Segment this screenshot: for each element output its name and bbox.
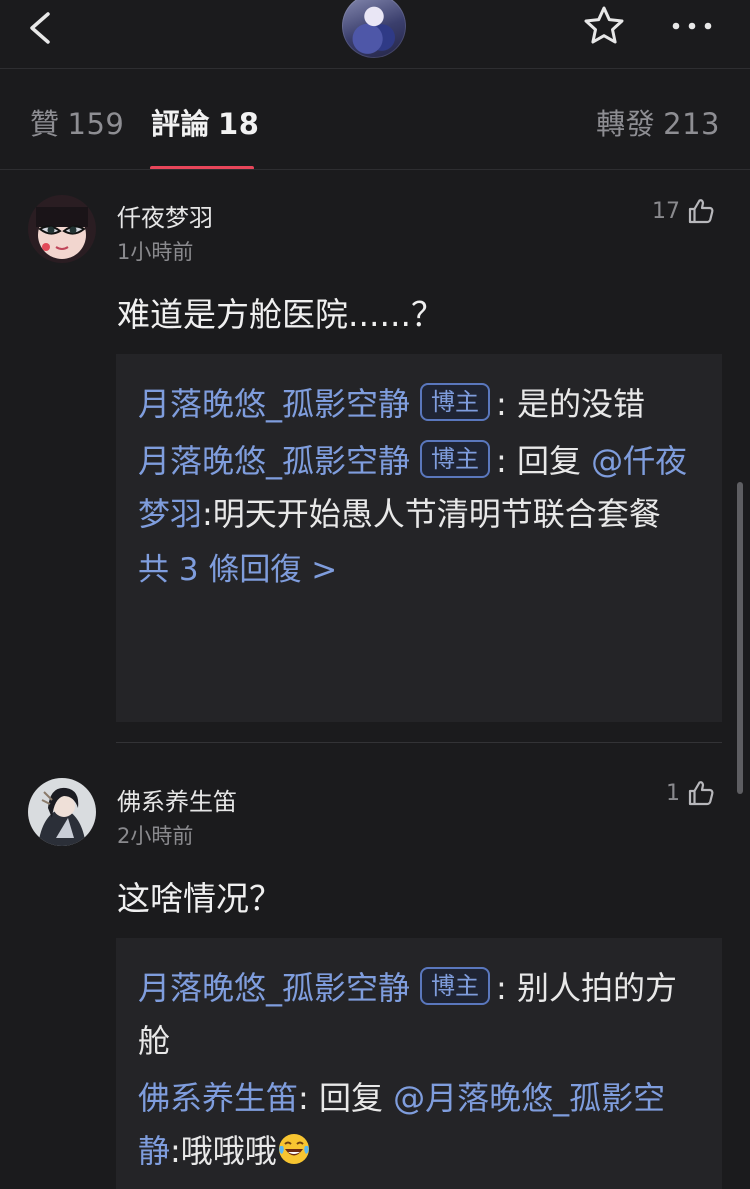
comment-time: 1小時前 xyxy=(117,240,194,264)
comments-screen: 贊 159 評論 18 轉發 213 仟夜梦羽 1小時前 17 难道是方舱医院.… xyxy=(0,0,750,1189)
reply-thread[interactable]: 月落晚悠_孤影空静 博主: 别人拍的方舱 佛系养生笛: 回复 @月落晚悠_孤影空静… xyxy=(116,938,722,1189)
comment-text: 这啥情况？ xyxy=(117,879,282,918)
star-icon[interactable] xyxy=(582,4,626,48)
reply-prefix: 回复 xyxy=(318,1079,394,1117)
top-bar xyxy=(0,0,750,70)
back-arrow-icon[interactable] xyxy=(18,6,66,50)
tab-comments-count: 18 xyxy=(218,107,260,141)
reply-text: :哦哦哦 xyxy=(170,1132,277,1170)
tab-comments-label: 評論 xyxy=(151,107,211,141)
reply-item: 佛系养生笛: 回复 @月落晚悠_孤影空静:哦哦哦 xyxy=(138,1072,700,1178)
comment-author[interactable]: 佛系养生笛 xyxy=(117,782,237,817)
tab-comments[interactable]: 評論 18 xyxy=(151,101,259,143)
author-badge: 博主 xyxy=(420,440,491,478)
reply-author[interactable]: 佛系养生笛 xyxy=(138,1079,298,1117)
reply-item: 月落晚悠_孤影空静 博主: 别人拍的方舱 xyxy=(138,962,700,1068)
reply-text: :明天开始愚人节清明节联合套餐 xyxy=(202,495,661,533)
reply-author[interactable]: 月落晚悠_孤影空静 xyxy=(138,385,410,423)
avatar[interactable] xyxy=(28,195,96,263)
reply-separator: : xyxy=(496,385,517,423)
like-count: 1 xyxy=(666,780,680,806)
reply-thread[interactable]: 月落晚悠_孤影空静 博主: 是的没错 月落晚悠_孤影空静 博主: 回复 @仟夜梦羽:… xyxy=(116,354,722,722)
scrollbar[interactable] xyxy=(737,482,743,794)
laughing-tears-emoji xyxy=(278,1134,309,1164)
reply-author[interactable]: 月落晚悠_孤影空静 xyxy=(138,969,410,1007)
more-dots-icon[interactable] xyxy=(670,14,714,38)
tab-reposts[interactable]: 轉發 213 xyxy=(596,101,720,143)
reply-separator: : xyxy=(496,442,517,480)
tab-reposts-count: 213 xyxy=(663,107,720,141)
comment-author[interactable]: 仟夜梦羽 xyxy=(117,198,213,233)
reply-prefix: 回复 xyxy=(516,442,592,480)
reply-item: 月落晚悠_孤影空静 博主: 是的没错 xyxy=(138,378,700,431)
thumbs-up-icon xyxy=(688,199,714,224)
tab-bar: 贊 159 評論 18 轉發 213 xyxy=(0,69,750,170)
tab-likes-label: 贊 xyxy=(30,107,60,141)
tab-likes[interactable]: 贊 159 xyxy=(30,101,124,143)
tabs-divider xyxy=(0,169,750,170)
author-badge: 博主 xyxy=(420,967,491,1005)
reply-text: 是的没错 xyxy=(516,385,645,423)
like-button[interactable]: 1 xyxy=(666,776,716,810)
like-button[interactable]: 17 xyxy=(652,194,716,228)
reply-item: 月落晚悠_孤影空静 博主: 回复 @仟夜梦羽:明天开始愚人节清明节联合套餐 xyxy=(138,435,700,541)
view-all-replies-link[interactable]: 共 3 條回復 > xyxy=(138,545,700,595)
tab-likes-count: 159 xyxy=(67,107,125,141)
author-avatar[interactable] xyxy=(342,0,406,58)
reply-separator: : xyxy=(298,1079,319,1117)
reply-separator: : xyxy=(496,969,517,1007)
author-badge: 博主 xyxy=(420,383,491,421)
thumbs-up-icon xyxy=(688,781,714,806)
tab-reposts-label: 轉發 xyxy=(596,107,656,141)
like-count: 17 xyxy=(652,198,680,224)
comment-text: 难道是方舱医院......？ xyxy=(117,295,444,334)
reply-author[interactable]: 月落晚悠_孤影空静 xyxy=(138,442,410,480)
comment-time: 2小時前 xyxy=(117,824,194,848)
avatar[interactable] xyxy=(28,778,96,846)
comment-divider xyxy=(116,742,722,743)
